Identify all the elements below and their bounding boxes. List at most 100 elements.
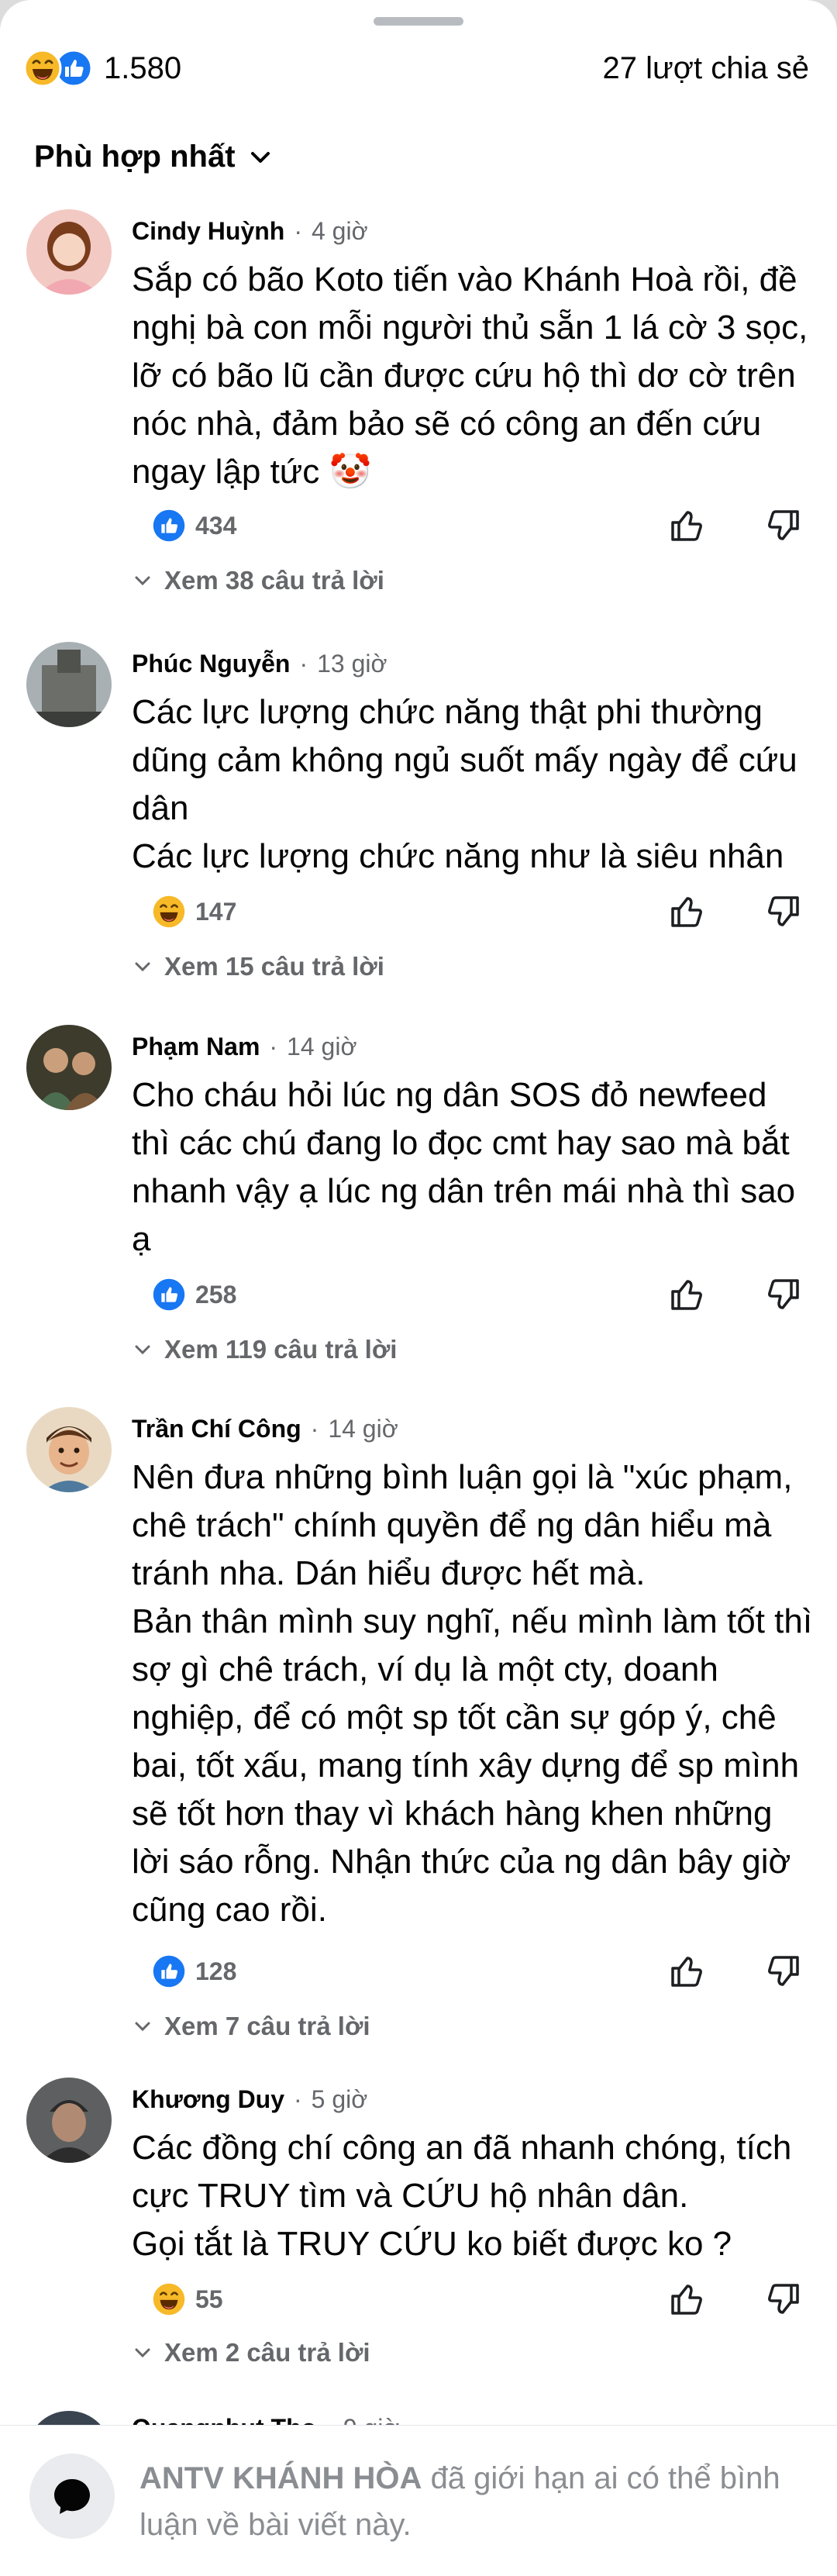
avatar[interactable] <box>26 209 112 295</box>
thumbs-down-outline-icon <box>768 1956 799 1986</box>
comment-author[interactable]: Khương Duy <box>132 2085 284 2114</box>
like-icon <box>153 1955 185 1988</box>
comment-reactions[interactable]: 147 <box>152 895 236 929</box>
comment-reaction-count: 434 <box>195 511 237 540</box>
view-replies-label: Xem 38 câu trả lời <box>164 566 384 595</box>
view-replies-label: Xem 15 câu trả lời <box>164 952 384 981</box>
comment-time-separator: · <box>294 217 302 245</box>
comment-text: Nên đưa những bình luận gọi là "xúc phạm… <box>132 1454 814 1934</box>
upvote-button[interactable] <box>663 502 710 549</box>
like-icon <box>153 1278 185 1311</box>
thumbs-down-outline-icon <box>768 510 799 540</box>
comment-text: Cho cháu hỏi lúc ng dân SOS đỏ newfeed t… <box>132 1071 814 1264</box>
chevron-down-icon <box>135 576 150 586</box>
comment-text: Các lực lượng chức năng thật phi thường … <box>132 688 814 881</box>
comment-time-separator: · <box>294 2085 302 2113</box>
comment-time: 14 giờ <box>287 1033 357 1060</box>
thumbs-up-outline-icon <box>671 2285 702 2315</box>
thumbs-down-outline-icon <box>768 2284 799 2314</box>
comment-time-separator: · <box>299 650 308 678</box>
thumbs-up-outline-icon <box>671 897 702 927</box>
downvote-button[interactable] <box>760 2276 807 2323</box>
downvote-button[interactable] <box>760 502 807 549</box>
comment-paragraph: Nên đưa những bình luận gọi là "xúc phạm… <box>132 1458 793 1592</box>
view-replies-button[interactable]: Xem 2 câu trả lời <box>132 2338 370 2367</box>
comment-reaction-count: 258 <box>195 1280 237 1309</box>
comment-time: 5 giờ <box>311 2085 368 2113</box>
avatar[interactable] <box>26 1025 112 1110</box>
avatar[interactable] <box>26 2078 112 2163</box>
page-name[interactable]: ANTV KHÁNH HÒA <box>140 2461 422 2495</box>
comment-time: 4 giờ <box>311 217 368 245</box>
comment-time: 14 giờ <box>328 1415 398 1443</box>
restriction-notice: ANTV KHÁNH HÒA đã giới hạn ai có thể bìn… <box>140 2455 806 2548</box>
avatar[interactable] <box>26 642 112 727</box>
chevron-down-icon <box>135 1345 150 1355</box>
haha-icon <box>153 895 185 928</box>
thumbs-up-outline-icon <box>671 1957 702 1987</box>
reaction-total: 1.580 <box>104 50 182 85</box>
chevron-down-icon <box>135 962 150 972</box>
comment-paragraph: Gọi tắt là TRUY CỨU ko biết được ko ? <box>132 2225 732 2263</box>
chat-bubble-icon <box>54 2479 90 2514</box>
comment-paragraph: Các đồng chí công an đã nhanh chóng, tíc… <box>132 2129 792 2215</box>
comment: Trần Chí Công · 14 giờ Nên đưa những bìn… <box>0 1407 837 2058</box>
thumbs-down-outline-icon <box>768 896 799 926</box>
comment: Cindy Huỳnh · 4 giờ Sắp có bão Koto tiến… <box>0 209 837 612</box>
view-replies-button[interactable]: Xem 15 câu trả lời <box>132 952 384 981</box>
view-replies-label: Xem 119 câu trả lời <box>164 1335 398 1364</box>
comment-time-separator: · <box>310 1415 319 1443</box>
haha-icon <box>23 49 62 88</box>
reaction-icons <box>23 49 95 88</box>
comment-paragraph: Cho cháu hỏi lúc ng dân SOS đỏ newfeed t… <box>132 1076 796 1258</box>
comment-author[interactable]: Trần Chí Công <box>132 1415 301 1443</box>
comment-paragraph: Các lực lượng chức năng thật phi thường … <box>132 693 797 827</box>
comment-author[interactable]: Cindy Huỳnh <box>132 217 284 246</box>
comment-restriction-bar: ANTV KHÁNH HÒA đã giới hạn ai có thể bìn… <box>0 2425 837 2576</box>
upvote-button[interactable] <box>663 2276 710 2323</box>
comment-author[interactable]: Phạm Nam <box>132 1033 260 1061</box>
reaction-summary: 1.580 27 lượt chia sẻ <box>23 47 809 90</box>
comment-reactions[interactable]: 434 <box>152 509 236 543</box>
comment-paragraph: Sắp có bão Koto tiến vào Khánh Hoà rồi, … <box>132 260 808 491</box>
downvote-button[interactable] <box>760 1271 807 1318</box>
view-replies-label: Xem 2 câu trả lời <box>164 2338 370 2367</box>
comment-reactions[interactable]: 128 <box>152 1954 236 1988</box>
downvote-button[interactable] <box>760 1948 807 1995</box>
view-replies-button[interactable]: Xem 38 câu trả lời <box>132 566 384 595</box>
thumbs-up-outline-icon <box>671 511 702 541</box>
like-icon <box>153 509 185 542</box>
chevron-down-icon <box>250 151 270 163</box>
comment-paragraph: Bản thân mình suy nghĩ, nếu mình làm tốt… <box>132 1602 813 1929</box>
downvote-button[interactable] <box>760 888 807 935</box>
comment-button[interactable] <box>29 2454 115 2539</box>
reactions-button[interactable]: 1.580 <box>23 49 181 88</box>
sort-dropdown[interactable]: Phù hợp nhất <box>34 140 274 174</box>
drag-handle[interactable] <box>374 17 463 26</box>
thumbs-up-outline-icon <box>671 1280 702 1310</box>
haha-icon <box>153 2283 185 2316</box>
comment-reactions[interactable]: 55 <box>152 2282 223 2316</box>
comment: Phạm Nam · 14 giờ Cho cháu hỏi lúc ng dâ… <box>0 1025 837 1381</box>
avatar[interactable] <box>26 1407 112 1492</box>
share-count[interactable]: 27 lượt chia sẻ <box>603 51 809 86</box>
sort-label: Phù hợp nhất <box>34 140 236 174</box>
upvote-button[interactable] <box>663 1271 710 1318</box>
comment-text: Các đồng chí công an đã nhanh chóng, tíc… <box>132 2124 814 2268</box>
comment-time: 13 giờ <box>317 650 388 678</box>
comment: Phúc Nguyễn · 13 giờ Các lực lượng chức … <box>0 642 837 998</box>
chevron-down-icon <box>135 2348 150 2358</box>
view-replies-button[interactable]: Xem 119 câu trả lời <box>132 1335 397 1364</box>
upvote-button[interactable] <box>663 1948 710 1995</box>
comment-text: Sắp có bão Koto tiến vào Khánh Hoà rồi, … <box>132 256 814 496</box>
comment-time-separator: · <box>269 1033 278 1060</box>
view-replies-button[interactable]: Xem 7 câu trả lời <box>132 2012 370 2041</box>
comment-author[interactable]: Phúc Nguyễn <box>132 650 290 678</box>
upvote-button[interactable] <box>663 888 710 935</box>
comments-sheet: 1.580 27 lượt chia sẻ Phù hợp nhất Cindy… <box>0 0 837 2576</box>
chevron-down-icon <box>135 2022 150 2032</box>
thumbs-down-outline-icon <box>768 1279 799 1309</box>
comment-reactions[interactable]: 258 <box>152 1278 236 1312</box>
comment-reaction-count: 55 <box>195 2285 223 2313</box>
comment: Khương Duy · 5 giờ Các đồng chí công an … <box>0 2078 837 2388</box>
